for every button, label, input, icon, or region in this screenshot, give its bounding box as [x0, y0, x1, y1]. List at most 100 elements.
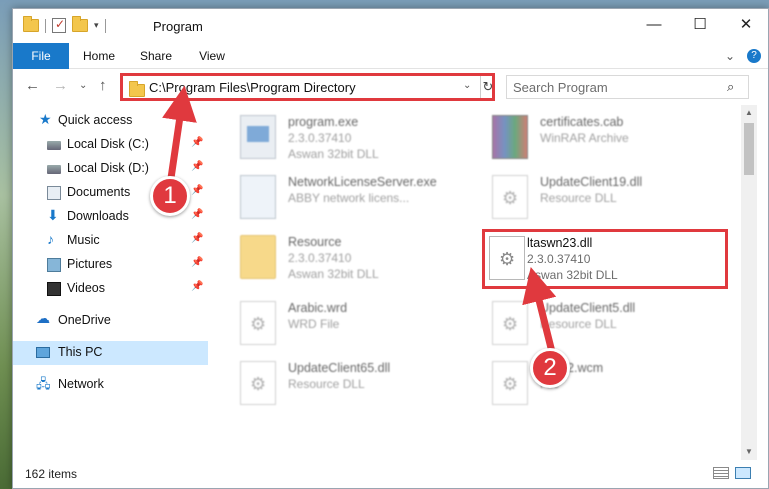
tab-share[interactable]: Share	[135, 43, 177, 69]
tab-file[interactable]: File	[13, 43, 69, 69]
address-path[interactable]: C:\Program Files\Program Directory	[149, 80, 356, 95]
pin-icon[interactable]: 📌	[191, 185, 203, 196]
file-item-updateclient5-dll[interactable]: UpdateClient5.dll Resource DLL	[482, 295, 732, 351]
up-button[interactable]: ↑	[99, 77, 107, 94]
file-version: 2.3.0.37410	[288, 251, 352, 265]
properties-icon[interactable]	[52, 17, 66, 33]
pictures-icon	[47, 258, 61, 272]
sidebar-item-videos[interactable]: Videos 📌	[13, 277, 208, 301]
file-item-ltaswn23-dll[interactable]: ltaswn23.dll 2.3.0.37410 Aswan 32bit DLL	[482, 229, 728, 289]
recent-locations-button[interactable]: ⌄	[79, 80, 87, 91]
sidebar-item-label: Pictures	[67, 257, 113, 271]
file-item-certificates-cab[interactable]: certificates.cab WinRAR Archive	[482, 109, 732, 165]
new-folder-icon[interactable]	[72, 16, 88, 32]
file-name: UpdateClient5.dll	[540, 301, 636, 315]
archive-icon	[492, 115, 528, 159]
file-description: Aswan 32bit DLL	[288, 147, 379, 161]
search-icon[interactable]: ⌕	[727, 79, 734, 95]
toolbar-divider	[104, 18, 106, 33]
sidebar-item-onedrive[interactable]: ☁ OneDrive	[13, 309, 208, 333]
sidebar-item-music[interactable]: ♪ Music 📌	[13, 229, 208, 253]
disk-icon	[47, 141, 61, 150]
navigation-pane: ★ Quick access Local Disk (C:) 📌 Local D…	[13, 105, 208, 460]
address-dropdown-icon[interactable]: ⌄	[463, 80, 471, 91]
vertical-scrollbar[interactable]: ▲ ▼	[741, 105, 757, 460]
sidebar-item-local-disk-c[interactable]: Local Disk (C:) 📌	[13, 133, 208, 157]
documents-icon	[47, 186, 61, 200]
pin-icon[interactable]: 📌	[191, 233, 203, 244]
minimize-button[interactable]: —	[631, 9, 677, 39]
pin-icon[interactable]: 📌	[191, 281, 203, 292]
back-button[interactable]: ←	[25, 77, 40, 94]
tab-view[interactable]: View	[193, 43, 231, 69]
quick-access-toolbar: ▾	[23, 16, 106, 33]
sidebar-item-this-pc[interactable]: This PC	[13, 341, 208, 365]
scroll-down-icon[interactable]: ▼	[741, 444, 757, 460]
maximize-button[interactable]: ☐	[677, 9, 723, 39]
folder-icon	[129, 81, 145, 97]
help-icon[interactable]: ?	[747, 49, 761, 63]
file-item-updateclient65-dll[interactable]: UpdateClient65.dll Resource DLL	[230, 355, 480, 411]
file-type: ABBY network licens...	[288, 191, 410, 205]
dll-icon	[492, 301, 528, 345]
music-icon: ♪	[47, 231, 54, 247]
file-description: Aswan 32bit DLL	[288, 267, 379, 281]
file-version: 2.3.0.37410	[527, 252, 591, 266]
file-list: program.exe 2.3.0.37410 Aswan 32bit DLL …	[220, 105, 740, 460]
details-view-icon[interactable]	[713, 467, 729, 479]
pin-icon[interactable]: 📌	[191, 137, 203, 148]
item-count: 162 items	[25, 467, 78, 481]
search-box[interactable]: ⌕	[506, 75, 749, 99]
network-app-icon	[240, 175, 276, 219]
sidebar-item-label: OneDrive	[58, 313, 111, 327]
address-row: ← → ⌄ ↑ C:\Program Files\Program Directo…	[13, 71, 768, 101]
sidebar-item-label: Documents	[67, 185, 131, 199]
forward-button[interactable]: →	[53, 77, 68, 94]
search-input[interactable]	[513, 78, 713, 96]
exe-icon	[240, 115, 276, 159]
file-item-program-exe[interactable]: program.exe 2.3.0.37410 Aswan 32bit DLL	[230, 109, 480, 165]
file-item-arabic-wrd[interactable]: Arabic.wrd WRD File	[230, 295, 480, 351]
file-item-wp12-wcm[interactable]: WP12.wcm File	[482, 355, 732, 411]
download-icon: ⬇	[47, 207, 59, 223]
pin-icon[interactable]: 📌	[191, 209, 203, 220]
ribbon-tabs: File Home Share View ⌄ ?	[13, 43, 768, 69]
file-name: program.exe	[288, 115, 359, 129]
dll-icon	[492, 175, 528, 219]
file-icon	[240, 301, 276, 345]
file-icon	[492, 361, 528, 405]
sidebar-item-label: Downloads	[67, 209, 129, 223]
pin-icon[interactable]: 📌	[191, 257, 203, 268]
sidebar-item-label: Local Disk (C:)	[67, 137, 149, 151]
file-type: Resource DLL	[540, 191, 617, 205]
folder-icon	[23, 16, 39, 32]
expand-ribbon-icon[interactable]: ⌄	[725, 49, 735, 63]
refresh-button[interactable]: ↻	[480, 76, 495, 98]
file-item-networklicenseserver-exe[interactable]: NetworkLicenseServer.exe ABBY network li…	[230, 169, 480, 225]
scroll-thumb[interactable]	[744, 123, 754, 175]
file-type: Resource DLL	[540, 317, 617, 331]
window-title: Program	[153, 19, 203, 34]
pin-icon[interactable]: 📌	[191, 161, 203, 172]
scroll-up-icon[interactable]: ▲	[741, 105, 757, 121]
customize-toolbar-icon[interactable]: ▾	[94, 20, 99, 31]
file-type: WRD File	[288, 317, 340, 331]
cloud-icon: ☁	[36, 310, 50, 326]
disk-icon	[47, 165, 61, 174]
sidebar-item-pictures[interactable]: Pictures 📌	[13, 253, 208, 277]
file-type: WinRAR Archive	[540, 131, 629, 145]
address-bar[interactable]: C:\Program Files\Program Directory ⌄ ↻	[120, 73, 495, 101]
sidebar-item-quick-access[interactable]: ★ Quick access	[13, 109, 208, 133]
file-name: NetworkLicenseServer.exe	[288, 175, 437, 189]
folder-icon	[240, 235, 276, 279]
file-type: Resource DLL	[288, 377, 365, 391]
network-icon: 🖧	[36, 376, 51, 391]
star-icon: ★	[39, 111, 52, 127]
file-name: certificates.cab	[540, 115, 624, 129]
file-item-resource-folder[interactable]: Resource 2.3.0.37410 Aswan 32bit DLL	[230, 229, 480, 285]
tab-home[interactable]: Home	[77, 43, 121, 69]
large-icons-view-icon[interactable]	[735, 467, 751, 479]
sidebar-item-network[interactable]: 🖧 Network	[13, 373, 208, 397]
file-item-updateclient19-dll[interactable]: UpdateClient19.dll Resource DLL	[482, 169, 732, 225]
close-button[interactable]: ✕	[723, 9, 769, 39]
